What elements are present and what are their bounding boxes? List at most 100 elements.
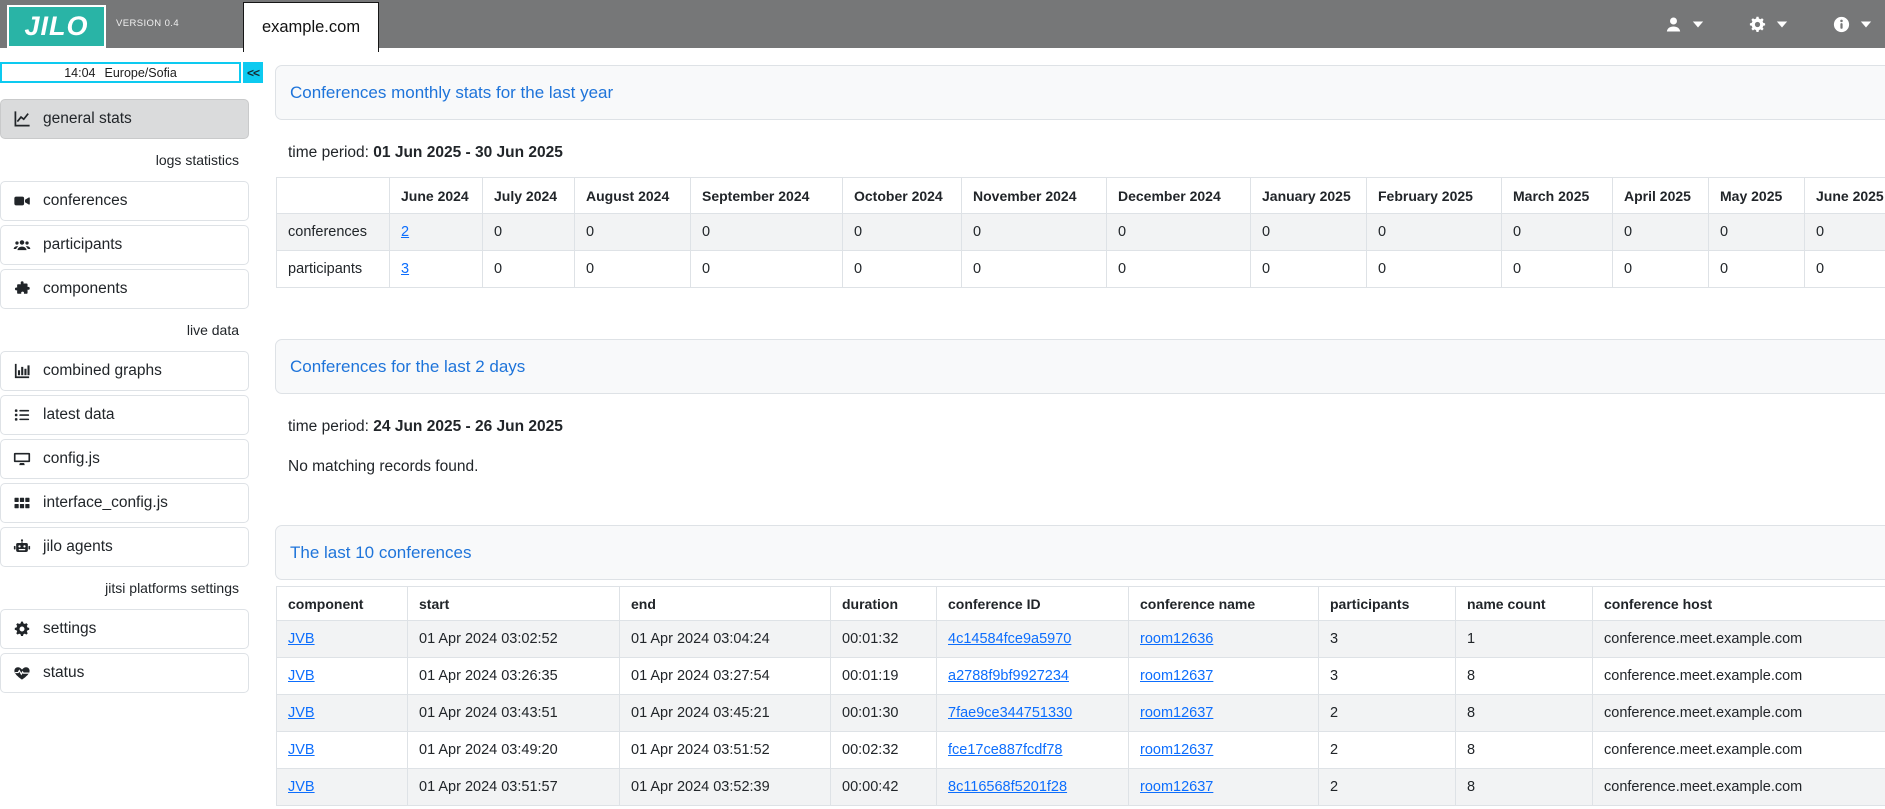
column-header: January 2025 (1251, 178, 1367, 214)
user-menu[interactable] (1664, 0, 1704, 48)
sidebar-clock-row: 14:04 Europe/Sofia << (0, 62, 263, 83)
table-cell: 8 (1456, 769, 1593, 806)
table-cell: 00:00:42 (831, 769, 937, 806)
sidebar-collapse-button[interactable]: << (243, 62, 263, 83)
table-cell: 0 (575, 214, 691, 251)
cell-link[interactable]: room12637 (1140, 705, 1213, 721)
table-cell: 0 (483, 214, 575, 251)
table-cell: 0 (575, 251, 691, 288)
table-cell: 3 (390, 251, 483, 288)
column-header: name count (1456, 587, 1593, 621)
sidebar-item-jilo-agents[interactable]: jilo agents (0, 527, 249, 567)
table-cell: 0 (1107, 251, 1251, 288)
table-cell: conferences (277, 214, 390, 251)
table-header-row: June 2024July 2024August 2024September 2… (277, 178, 1885, 214)
cell-link[interactable]: a2788f9bf9927234 (948, 668, 1069, 684)
cell-link[interactable]: 2 (401, 224, 409, 240)
last-10-conferences-section: The last 10 conferences componentstarten… (275, 525, 1885, 806)
column-header: March 2025 (1502, 178, 1613, 214)
table-cell: participants (277, 251, 390, 288)
cell-link[interactable]: JVB (288, 668, 315, 684)
column-header: duration (831, 587, 937, 621)
column-header: conference host (1593, 587, 1885, 621)
cell-link[interactable]: JVB (288, 631, 315, 647)
sidebar-item-label: combined graphs (43, 362, 162, 380)
cell-link[interactable]: JVB (288, 705, 315, 721)
table-cell: 3 (1319, 658, 1456, 695)
sidebar-item-components[interactable]: components (0, 269, 249, 309)
cell-link[interactable]: room12636 (1140, 631, 1213, 647)
table-cell: 00:01:19 (831, 658, 937, 695)
time-period-value: 01 Jun 2025 - 30 Jun 2025 (373, 144, 563, 161)
column-header: conference ID (937, 587, 1129, 621)
sidebar-item-settings[interactable]: settings (0, 609, 249, 649)
sidebar-item-status[interactable]: status (0, 653, 249, 693)
table-cell: 0 (691, 214, 843, 251)
no-records-message: No matching records found. (288, 458, 1885, 476)
settings-menu[interactable] (1748, 0, 1788, 48)
table-cell: 01 Apr 2024 03:27:54 (620, 658, 831, 695)
table-cell: 2 (1319, 769, 1456, 806)
time-period-value: 24 Jun 2025 - 26 Jun 2025 (373, 418, 563, 435)
sidebar-item-participants[interactable]: participants (0, 225, 249, 265)
sidebar-item-latest-data[interactable]: latest data (0, 395, 249, 435)
sidebar-item-combined-graphs[interactable]: combined graphs (0, 351, 249, 391)
platform-tab-label: example.com (262, 18, 360, 37)
cell-link[interactable]: 8c116568f5201f28 (948, 779, 1067, 795)
section-header-last-2-days[interactable]: Conferences for the last 2 days (275, 339, 1885, 394)
table-cell: JVB (277, 658, 408, 695)
sidebar-item-interface-config-js[interactable]: interface_config.js (0, 483, 249, 523)
clock-widget: 14:04 Europe/Sofia (0, 62, 241, 83)
table-cell: 2 (1319, 732, 1456, 769)
table-cell: 2 (1319, 695, 1456, 732)
column-header: August 2024 (575, 178, 691, 214)
robot-icon (12, 538, 32, 556)
table-cell: 2 (390, 214, 483, 251)
platform-tab-example-com[interactable]: example.com (243, 2, 379, 52)
table-cell: 0 (843, 214, 962, 251)
sidebar-item-general-stats[interactable]: general stats (0, 99, 249, 139)
sidebar-section-label: live data (0, 322, 249, 338)
monthly-stats-table: June 2024July 2024August 2024September 2… (276, 177, 1885, 288)
sidebar-item-label: latest data (43, 406, 115, 424)
cell-link[interactable]: 3 (401, 261, 409, 277)
table-cell: 01 Apr 2024 03:51:57 (408, 769, 620, 806)
sidebar-item-label: conferences (43, 192, 127, 210)
sidebar-item-label: config.js (43, 450, 100, 468)
table-row: conferences2000000000000 (277, 214, 1885, 251)
table-cell: 0 (1251, 251, 1367, 288)
table-cell: 0 (483, 251, 575, 288)
section-header-monthly-stats[interactable]: Conferences monthly stats for the last y… (275, 65, 1885, 120)
table-cell: 01 Apr 2024 03:04:24 (620, 621, 831, 658)
sidebar-item-conferences[interactable]: conferences (0, 181, 249, 221)
caret-down-icon (1692, 20, 1704, 29)
cell-link[interactable]: room12637 (1140, 779, 1213, 795)
info-menu[interactable] (1832, 0, 1872, 48)
main-content: Conferences monthly stats for the last y… (275, 48, 1885, 806)
table-cell: 0 (1107, 214, 1251, 251)
table-row: participants3000000000000 (277, 251, 1885, 288)
time-period: time period: 24 Jun 2025 - 26 Jun 2025 (288, 418, 1885, 436)
monthly-stats-section: Conferences monthly stats for the last y… (275, 65, 1885, 288)
section-header-last-10-conferences[interactable]: The last 10 conferences (275, 525, 1885, 580)
table-cell: room12637 (1129, 769, 1319, 806)
cell-link[interactable]: room12637 (1140, 668, 1213, 684)
column-header: October 2024 (843, 178, 962, 214)
cell-link[interactable]: fce17ce887fcdf78 (948, 742, 1062, 758)
cell-link[interactable]: 7fae9ce344751330 (948, 705, 1072, 721)
cell-link[interactable]: JVB (288, 742, 315, 758)
table-cell: 00:01:32 (831, 621, 937, 658)
cell-link[interactable]: room12637 (1140, 742, 1213, 758)
table-cell: 0 (962, 214, 1107, 251)
table-cell: a2788f9bf9927234 (937, 658, 1129, 695)
app-logo-text: JILO (24, 11, 88, 42)
users-icon (12, 236, 32, 254)
table-cell: 0 (1709, 251, 1805, 288)
cell-link[interactable]: 4c14584fce9a5970 (948, 631, 1071, 647)
cell-link[interactable]: JVB (288, 779, 315, 795)
table-cell: room12637 (1129, 695, 1319, 732)
sidebar-item-config-js[interactable]: config.js (0, 439, 249, 479)
column-header: June 2024 (390, 178, 483, 214)
list-icon (12, 406, 32, 424)
table-cell: 01 Apr 2024 03:43:51 (408, 695, 620, 732)
